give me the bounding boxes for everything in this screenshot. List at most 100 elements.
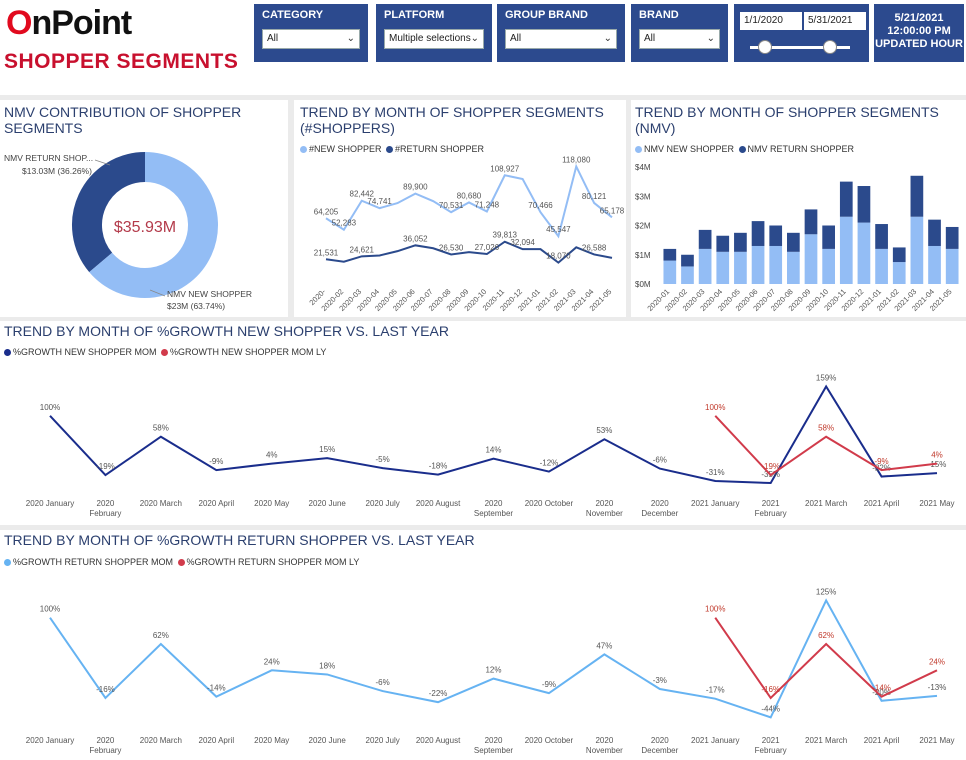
data-label: 108,927 <box>490 164 519 173</box>
filter-group-brand[interactable]: GROUP BRAND All ⌄ <box>497 4 625 62</box>
x-tick-label: 2020 May <box>254 499 289 508</box>
data-label: 47% <box>596 641 612 650</box>
x-tick-label: 2020 May <box>254 736 289 745</box>
x-tick-label: 2021 January <box>691 736 739 745</box>
bar-nmv-return <box>716 235 730 252</box>
data-label: -31% <box>706 468 725 477</box>
x-tick-label: 2020 January <box>26 736 74 745</box>
filter-category[interactable]: CATEGORY All ⌄ <box>254 4 368 62</box>
x-tick-label: 2020 March <box>140 499 182 508</box>
data-label: 14% <box>485 446 501 455</box>
x-tick-label: 2020 June <box>309 736 347 745</box>
data-label: -18% <box>429 462 448 471</box>
data-label: 70,466 <box>528 201 553 210</box>
filter-category-select[interactable]: All ⌄ <box>262 29 360 49</box>
updated-hour-card: 5/21/2021 12:00:00 PM UPDATED HOUR <box>874 4 964 62</box>
x-tick-label: 2021 January <box>691 499 739 508</box>
bar-nmv-new <box>787 251 800 284</box>
x-tick-label: November <box>586 746 623 755</box>
filter-platform[interactable]: PLATFORM Multiple selections ⌄ <box>376 4 492 62</box>
filter-brand-value: All <box>644 33 656 44</box>
page-title: SHOPPER SEGMENTS <box>4 50 239 73</box>
data-label: 80,121 <box>582 192 607 201</box>
data-label: 62% <box>818 631 834 640</box>
data-label: 27,026 <box>475 243 500 252</box>
filter-platform-select[interactable]: Multiple selections ⌄ <box>384 29 484 49</box>
date-slider-start-handle[interactable] <box>758 40 772 54</box>
x-tick-label: 2020 <box>97 736 115 745</box>
x-tick-label: 2021 March <box>805 499 847 508</box>
bar-nmv-return <box>839 181 853 217</box>
logo-text: nPoint <box>31 4 132 42</box>
bar-nmv-return <box>734 232 747 252</box>
data-label: 18% <box>319 661 335 670</box>
data-label: 24,621 <box>350 245 375 254</box>
bar-nmv-new <box>839 216 853 284</box>
filter-category-label: CATEGORY <box>262 9 324 21</box>
data-label: -19% <box>96 462 115 471</box>
bar-nmv-new <box>822 248 835 284</box>
data-label: 4% <box>266 451 278 460</box>
bar-nmv-new <box>681 266 694 284</box>
x-tick-label: 2020 <box>485 499 503 508</box>
shoppers-trend-panel: TREND BY MONTH OF SHOPPER SEGMENTS (#SHO… <box>294 100 626 317</box>
bar-nmv-new <box>928 245 941 284</box>
data-label: 45,547 <box>546 225 571 234</box>
filter-platform-value: Multiple selections <box>389 33 471 44</box>
data-label: 15% <box>319 445 335 454</box>
date-slider-end-handle[interactable] <box>823 40 837 54</box>
onpoint-logo: OnPoint <box>6 4 132 43</box>
bar-nmv-return <box>681 254 694 267</box>
x-tick-label: 2021 May <box>919 499 954 508</box>
bar-nmv-return <box>822 225 835 249</box>
series-line <box>49 598 938 719</box>
series-line <box>714 617 938 700</box>
x-tick-label: 2020 <box>651 499 669 508</box>
bar-nmv-new <box>716 251 730 284</box>
data-label: 58% <box>818 424 834 433</box>
data-label: 70,531 <box>439 201 464 210</box>
data-label: 12% <box>485 666 501 675</box>
data-label: 26,588 <box>582 243 607 252</box>
x-tick-label: February <box>89 746 121 755</box>
updated-time: 12:00:00 PM <box>887 25 951 37</box>
donut-label-new-name: NMV NEW SHOPPER <box>167 289 252 299</box>
data-label: -3% <box>653 676 667 685</box>
date-range-slicer: 1/1/2020 5/31/2021 <box>734 4 869 62</box>
data-label: -14% <box>872 684 891 693</box>
data-label: 24% <box>264 657 280 666</box>
bar-nmv-new <box>751 245 765 284</box>
x-tick-label: February <box>755 509 787 518</box>
filter-group-brand-select[interactable]: All ⌄ <box>505 29 617 49</box>
bar-nmv-return <box>804 209 818 235</box>
growth-return-line-chart: 100% -16% 62% -14% 24% 18% -6% -22% 12% -9% 47% -3%… <box>26 587 955 755</box>
x-tick-label: December <box>641 746 678 755</box>
data-label: 125% <box>816 587 836 596</box>
chevron-down-icon: ⌄ <box>706 33 715 44</box>
bar-nmv-new <box>734 251 747 284</box>
filter-brand[interactable]: BRAND All ⌄ <box>631 4 728 62</box>
updated-label: UPDATED HOUR <box>875 38 963 50</box>
bar-nmv-new <box>892 262 906 284</box>
x-tick-label: 2020 October <box>525 736 574 745</box>
bar-nmv-new <box>945 248 959 284</box>
series-line <box>49 384 938 485</box>
x-tick-label: 2020 April <box>199 499 235 508</box>
data-label: -9% <box>209 457 223 466</box>
bar-nmv-new <box>910 216 924 284</box>
data-label: 89,900 <box>403 183 428 192</box>
filter-brand-select[interactable]: All ⌄ <box>639 29 720 49</box>
date-end-input[interactable]: 5/31/2021 <box>804 12 866 30</box>
date-start-input[interactable]: 1/1/2020 <box>740 12 802 30</box>
data-label: -9% <box>874 457 888 466</box>
data-label: 58% <box>153 424 169 433</box>
data-label: 32,094 <box>510 238 535 247</box>
bar-nmv-new <box>698 248 712 284</box>
data-label: -16% <box>96 685 115 694</box>
data-label: 18,070 <box>546 252 571 261</box>
y-tick-label: $2M <box>635 222 651 231</box>
growth-new-line-chart: 100% -19% 58% -9% 4% 15% -5% -18% 14% -12% 53% -6% -… <box>26 373 955 518</box>
y-tick-label: $4M <box>635 163 651 172</box>
data-label: 65,178 <box>600 206 625 215</box>
filter-platform-label: PLATFORM <box>384 9 445 21</box>
